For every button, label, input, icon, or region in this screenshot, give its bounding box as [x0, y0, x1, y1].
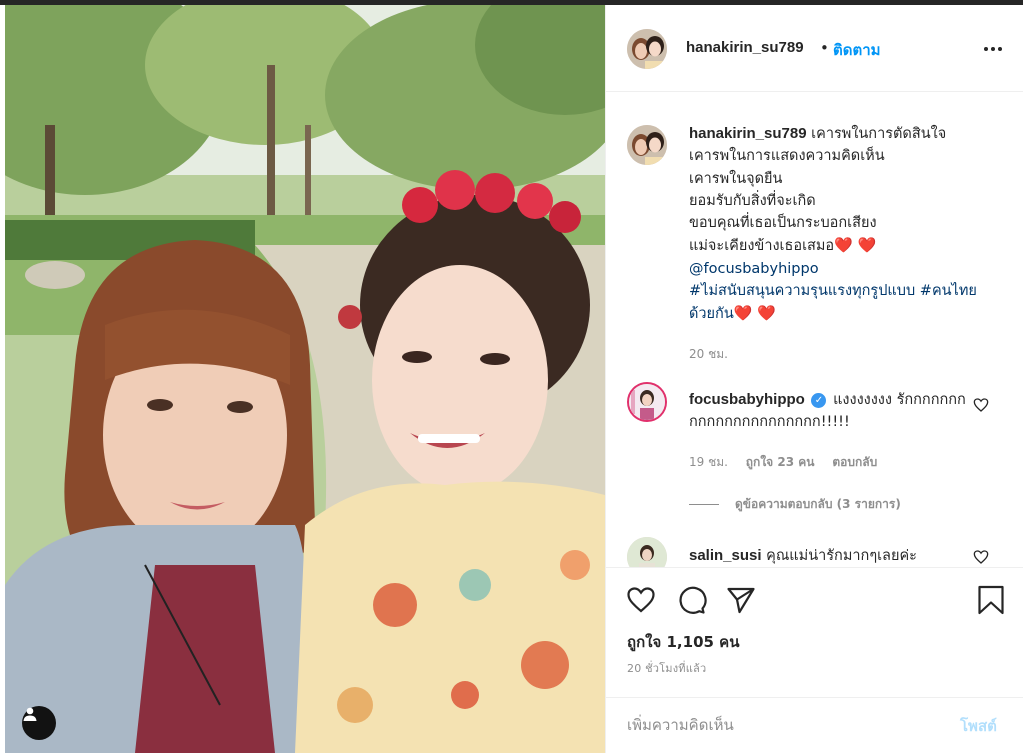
heart-icon[interactable]	[973, 549, 989, 565]
caption-line-1: เคารพในการตัดสินใจ	[811, 126, 947, 142]
caption-line-3: เคารพในจุดยืน	[689, 170, 783, 187]
author-avatar[interactable]	[627, 29, 667, 69]
add-comment-bar: โพสต์	[606, 697, 1023, 753]
comment-text: salin_susi คุณแม่น่ารักมากๆเลยค่ะ	[689, 544, 917, 567]
verified-icon: ✓	[811, 393, 827, 408]
caption-line-2: เคารพในการแสดงความคิดเห็น	[689, 148, 885, 165]
heart-emoji: ❤️ ❤️	[834, 236, 877, 255]
bookmark-icon[interactable]	[975, 584, 1007, 616]
commenter-avatar[interactable]	[627, 537, 667, 567]
heart-emoji: ❤️ ❤️	[733, 304, 776, 323]
more-icon[interactable]	[980, 39, 1006, 59]
post-photo[interactable]	[5, 5, 605, 753]
comment-username[interactable]: salin_susi	[689, 547, 762, 564]
caption-avatar[interactable]	[627, 125, 667, 165]
comment-input[interactable]	[627, 712, 927, 738]
follow-button[interactable]: ติดตาม	[833, 38, 881, 62]
post-timestamp[interactable]: 20 ชั่วโมงที่แล้ว	[627, 659, 706, 677]
comment-body: คุณแม่น่ารักมากๆเลยค่ะ	[766, 548, 917, 564]
author-username[interactable]: hanakirin_su789	[686, 39, 804, 56]
caption-text: hanakirin_su789 เคารพในการตัดสินใจ เคารพ…	[689, 123, 989, 326]
post-details-panel: hanakirin_su789 • ติดตาม hanakirin_su789…	[605, 5, 1023, 753]
replies-divider	[689, 504, 719, 505]
heart-icon[interactable]	[625, 584, 657, 616]
heart-icon[interactable]	[973, 397, 989, 413]
comment-time[interactable]: 19 ชม.	[689, 455, 728, 469]
caption-line-5: ขอบคุณที่เธอเป็นกระบอกเสียง	[689, 215, 877, 232]
comment-meta: 19 ชม. ถูกใจ 23 คน ตอบกลับ	[689, 453, 891, 472]
caption-username[interactable]: hanakirin_su789	[689, 125, 807, 142]
commenter-avatar[interactable]	[627, 382, 667, 422]
reply-button[interactable]: ตอบกลับ	[832, 455, 877, 469]
comment-likes[interactable]: ถูกใจ 23 คน	[746, 455, 815, 469]
view-replies-button[interactable]: ดูข้อความตอบกลับ (3 รายการ)	[689, 495, 901, 514]
caption-mention[interactable]: @focusbabyhippo	[689, 261, 819, 277]
photo-illustration	[5, 5, 605, 753]
follow-separator: •	[820, 39, 829, 57]
caption-line-6: แม่จะเคียงข้างเธอเสมอ	[689, 238, 835, 255]
post-header: hanakirin_su789 • ติดตาม	[606, 5, 1023, 92]
post-actions: ถูกใจ 1,105 คน 20 ชั่วโมงที่แล้ว	[606, 567, 1023, 697]
comments-section[interactable]: hanakirin_su789 เคารพในการตัดสินใจ เคารพ…	[606, 93, 1023, 567]
caption-line-4: ยอมรับกับสิ่งที่จะเกิด	[689, 192, 816, 209]
comment-text: focusbabyhippo ✓ แงงงงงงง รักกกกกกกกกกกก…	[689, 389, 974, 433]
comment-username[interactable]: focusbabyhippo	[689, 391, 805, 408]
view-replies-label: ดูข้อความตอบกลับ (3 รายการ)	[735, 497, 901, 511]
post-comment-button[interactable]: โพสต์	[960, 714, 997, 738]
comment-icon[interactable]	[675, 584, 707, 616]
caption-time[interactable]: 20 ชม.	[689, 345, 728, 364]
share-icon[interactable]	[725, 584, 757, 616]
likes-count[interactable]: ถูกใจ 1,105 คน	[627, 630, 739, 654]
caption-hashtags[interactable]: #ไม่สนับสนุนความรุนแรงทุกรูปแบบ #คนไทยด้…	[689, 283, 977, 322]
user-tag-icon[interactable]	[22, 706, 56, 740]
